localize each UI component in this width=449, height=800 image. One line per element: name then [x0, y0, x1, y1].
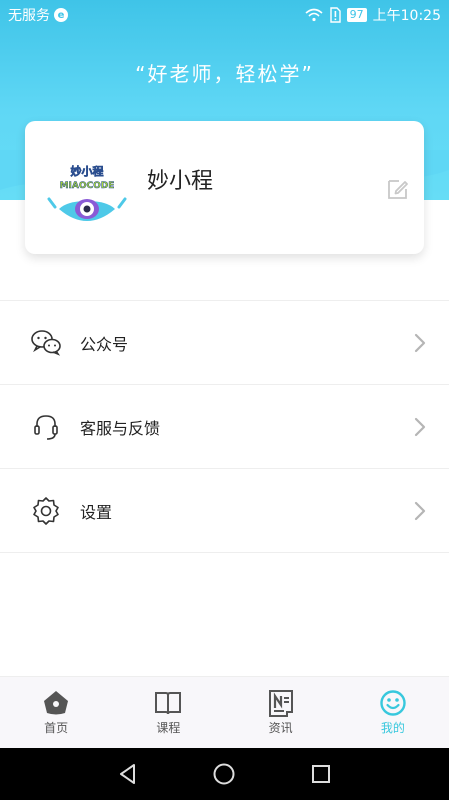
avatar[interactable]: 妙小程 MIAOCODE: [47, 161, 127, 231]
book-icon: [155, 692, 182, 715]
chevron-right-icon: [414, 333, 426, 353]
tab-label-courses: 课程: [156, 721, 181, 735]
edit-icon[interactable]: [386, 177, 410, 201]
e-icon: e: [54, 8, 68, 22]
menu-label-official-account: 公众号: [80, 334, 129, 354]
menu-item-settings[interactable]: 设置: [0, 469, 449, 553]
sim-alert-icon: [329, 7, 341, 23]
menu-label-settings: 设置: [80, 502, 113, 522]
home-circle-icon[interactable]: [212, 762, 236, 786]
avatar-logo-en: MIAOCODE: [60, 181, 115, 191]
chevron-right-icon: [414, 501, 426, 521]
tab-label-mine: 我的: [380, 721, 405, 735]
menu-item-support-feedback[interactable]: 客服与反馈: [0, 385, 449, 469]
settings-menu: 公众号 客服与反馈 设置: [0, 300, 449, 553]
clock: 上午10:25: [372, 8, 441, 24]
wifi-icon: [305, 8, 323, 22]
username: 妙小程: [147, 169, 214, 194]
news-icon: [268, 690, 293, 717]
tab-label-home: 首页: [44, 721, 69, 735]
wechat-icon: [31, 330, 61, 356]
tab-courses[interactable]: 课程: [112, 677, 224, 749]
tab-news[interactable]: 资讯: [225, 677, 337, 749]
tab-home[interactable]: 首页: [0, 677, 112, 749]
header-slogan: “好老师，轻松学”: [135, 62, 314, 86]
menu-item-official-account[interactable]: 公众号: [0, 301, 449, 385]
carrier-text: 无服务: [8, 8, 50, 24]
bottom-tab-bar: 首页 课程 资讯 我的: [0, 676, 449, 749]
home-icon: [44, 691, 69, 715]
gear-icon: [33, 497, 59, 525]
headset-icon: [34, 415, 58, 440]
tab-mine[interactable]: 我的: [337, 677, 449, 749]
smiley-icon: [380, 690, 406, 716]
status-bar: 无服务 e 97 上午10:25: [0, 0, 449, 30]
profile-card[interactable]: 妙小程 MIAOCODE 妙小程: [25, 121, 424, 254]
menu-label-support-feedback: 客服与反馈: [80, 418, 161, 438]
back-icon[interactable]: [116, 762, 140, 786]
tab-label-news: 资讯: [268, 721, 293, 735]
battery-indicator: 97: [346, 8, 367, 22]
avatar-logo-cn: 妙小程: [71, 164, 104, 178]
system-nav-bar: [0, 748, 449, 800]
recents-icon[interactable]: [309, 762, 333, 786]
chevron-right-icon: [414, 417, 426, 437]
